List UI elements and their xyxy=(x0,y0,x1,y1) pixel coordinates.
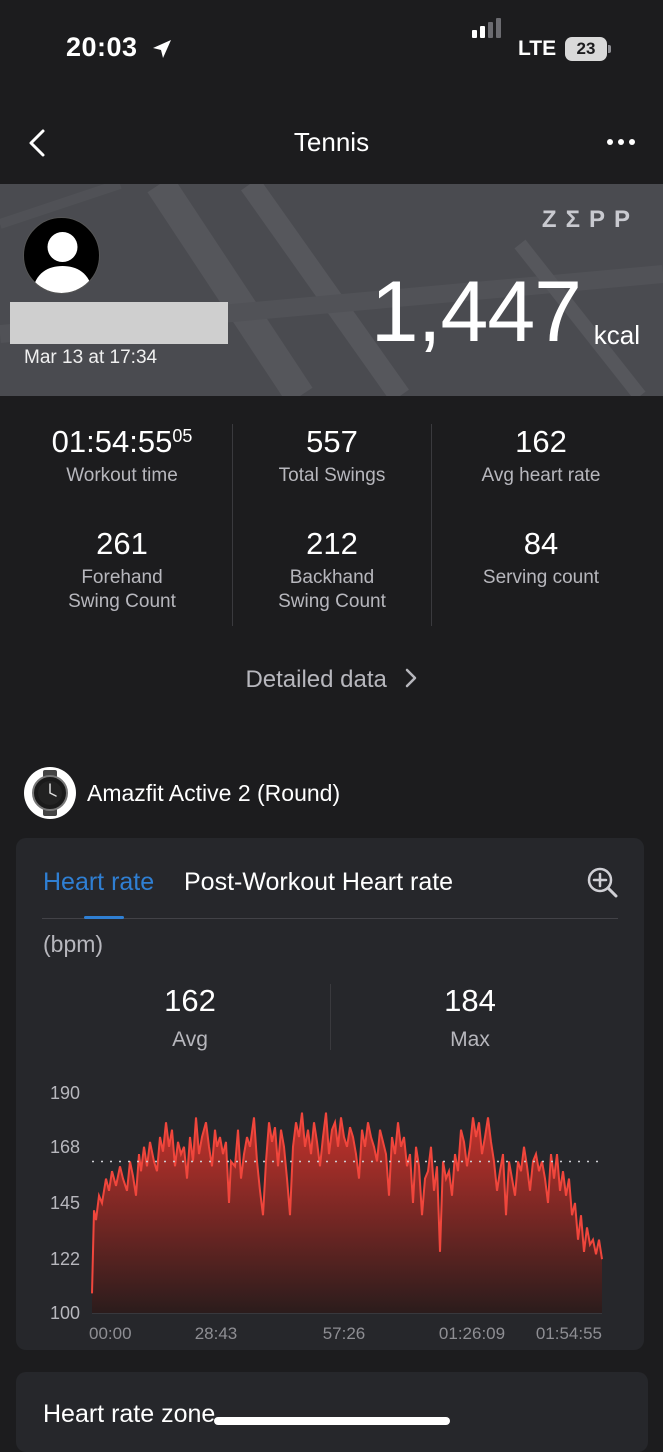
heart-rate-zone-card[interactable]: Heart rate zone xyxy=(16,1372,648,1452)
max-heart-rate-value: 184 xyxy=(444,983,496,1018)
battery-icon: 23 xyxy=(565,37,607,61)
active-tab-indicator xyxy=(84,916,124,919)
stat-avg-heart-rate: 162 Avg heart rate xyxy=(436,424,646,488)
page-title: Tennis xyxy=(293,127,370,157)
tab-post-workout-heart-rate[interactable]: Post-Workout Heart rate xyxy=(184,868,453,897)
status-time: 20:03 xyxy=(66,32,138,62)
stat-forehand-swings: 261 Forehand Swing Count xyxy=(17,526,227,614)
home-indicator[interactable] xyxy=(214,1417,450,1425)
chevron-right-icon xyxy=(405,668,416,687)
workout-date: Mar 13 at 17:34 xyxy=(24,347,158,368)
tab-underline xyxy=(42,918,618,919)
stat-label: Backhand Swing Count xyxy=(278,567,386,612)
summary-divider xyxy=(330,984,331,1050)
stat-label: Forehand Swing Count xyxy=(68,567,176,612)
stat-backhand-swings: 212 Backhand Swing Count xyxy=(227,526,437,614)
heart-rate-card: Heart rate Post-Workout Heart rate (bpm)… xyxy=(16,838,644,1350)
nav-bar: Tennis xyxy=(0,110,663,176)
watch-icon xyxy=(24,767,76,819)
x-tick-label: 00:00 xyxy=(89,1324,132,1343)
heart-rate-zone-title: Heart rate zone xyxy=(43,1400,216,1428)
status-bar: 20:03 LTE 23 xyxy=(0,0,663,100)
stat-value: 557 xyxy=(306,424,358,459)
more-options-icon[interactable] xyxy=(606,138,636,146)
heart-rate-chart: 190 168 145 122 100 00:00 28:43 57:26 01:26:09 01… xyxy=(50,1083,603,1343)
stats-divider xyxy=(431,424,432,626)
x-tick-label: 01:54:55 xyxy=(536,1324,602,1343)
stat-value: 01:54:55 xyxy=(51,424,173,459)
zepp-logo: ZΣPP xyxy=(541,206,639,233)
network-type: LTE xyxy=(518,37,557,60)
avg-heart-rate-label: Avg xyxy=(172,1028,208,1051)
max-heart-rate-label: Max xyxy=(450,1028,490,1051)
stat-total-swings: 557 Total Swings xyxy=(227,424,437,488)
x-tick-label: 01:26:09 xyxy=(439,1324,505,1343)
detailed-data-link[interactable]: Detailed data xyxy=(0,666,663,694)
y-tick-label: 100 xyxy=(50,1303,80,1323)
stat-workout-time: 01:54:5505 Workout time xyxy=(17,424,227,488)
chart-unit: (bpm) xyxy=(43,931,104,957)
calories-unit: kcal xyxy=(593,320,640,350)
stat-label: Workout time xyxy=(66,465,178,486)
redacted-username xyxy=(10,302,228,344)
workout-stats: 01:54:5505 Workout time 557 Total Swings… xyxy=(0,420,663,630)
avatar xyxy=(23,217,100,294)
calories-value: 1,447 xyxy=(370,264,582,360)
stat-value: 84 xyxy=(523,526,559,561)
stat-value-hundredths: 05 xyxy=(172,426,193,446)
x-tick-label: 28:43 xyxy=(195,1324,238,1343)
x-tick-label: 57:26 xyxy=(323,1324,366,1343)
y-tick-label: 168 xyxy=(50,1137,80,1157)
device-name: Amazfit Active 2 (Round) xyxy=(87,780,341,806)
stat-label: Total Swings xyxy=(278,465,386,486)
stat-value: 212 xyxy=(306,526,358,561)
y-tick-label: 145 xyxy=(50,1193,80,1213)
stats-divider xyxy=(232,424,233,626)
zoom-in-icon[interactable] xyxy=(586,866,618,898)
tab-heart-rate[interactable]: Heart rate xyxy=(43,868,154,897)
avg-heart-rate-value: 162 xyxy=(164,983,216,1018)
location-arrow-icon xyxy=(153,40,171,58)
stat-value: 261 xyxy=(96,526,148,561)
stat-value: 162 xyxy=(515,424,567,459)
y-tick-label: 122 xyxy=(50,1249,80,1269)
battery-cap xyxy=(608,45,611,53)
detailed-data-label: Detailed data xyxy=(245,666,387,693)
y-tick-label: 190 xyxy=(50,1083,80,1103)
stat-label: Serving count xyxy=(482,567,600,588)
workout-hero: ZΣPP Mar 13 at 17:34 1,447 kcal xyxy=(0,184,663,396)
stat-label: Avg heart rate xyxy=(481,465,601,486)
stat-serving-count: 84 Serving count xyxy=(436,526,646,590)
